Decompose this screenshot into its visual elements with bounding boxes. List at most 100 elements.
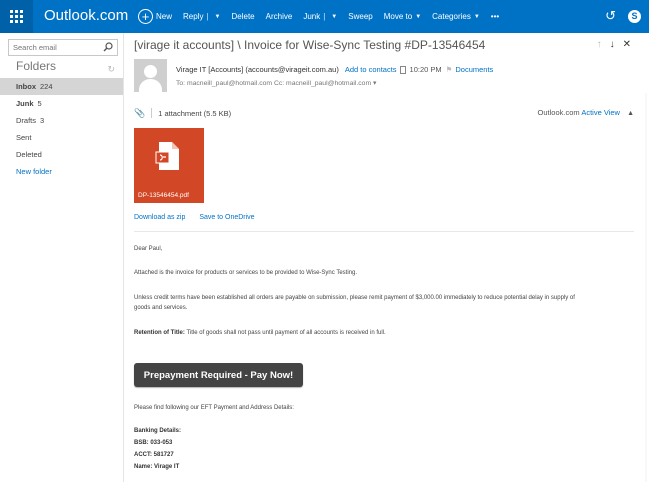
attachment-count: 1 attachment (5.5 KB) [158, 108, 232, 118]
new-button[interactable]: + New [138, 9, 172, 24]
delete-label: Delete [231, 12, 255, 21]
banking-heading: Banking Details: [134, 428, 182, 434]
save-onedrive-link[interactable]: Save to OneDrive [199, 214, 254, 221]
folder-label: Junk [16, 99, 34, 108]
recipients-line[interactable]: To: macneill_paul@hotmail.com Cc: macnei… [176, 79, 376, 87]
divider [151, 108, 153, 118]
categories-label: Categories [432, 12, 471, 21]
move-to-button[interactable]: Move to ▼ [384, 12, 421, 21]
archive-label: Archive [265, 12, 293, 21]
download-zip-link[interactable]: Download as zip [134, 214, 185, 221]
attachment-file-name: DP-13546454.pdf [138, 192, 189, 199]
new-label: New [156, 12, 173, 21]
body-greeting: Dear Paul, [134, 246, 163, 252]
reply-button[interactable]: Reply | ▼ [183, 12, 220, 21]
folder-sent[interactable]: Sent [0, 129, 123, 146]
folder-junk[interactable]: Junk 5 [0, 95, 123, 112]
sender-line: Virage IT [Accounts] (accounts@virageit.… [176, 65, 493, 74]
banking-acct: ACCT: 581727 [134, 452, 174, 458]
move-to-label: Move to [383, 12, 413, 21]
sender-name[interactable]: Virage IT [Accounts] (accounts@virageit.… [176, 65, 339, 74]
avatar [134, 59, 167, 92]
flag-icon[interactable]: ⚑ [446, 65, 453, 74]
folder-deleted[interactable]: Deleted [0, 146, 123, 163]
folders-heading: Folders [16, 59, 57, 73]
waffle-icon [10, 10, 23, 23]
message-actions: ↑ ↓ ✕ [589, 39, 631, 50]
attachment-bar: 📎 1 attachment (5.5 KB) Outlook.com Acti… [134, 106, 634, 120]
body-terms-line2: goods and services. [134, 305, 188, 311]
folder-label: Inbox [16, 82, 36, 91]
person-icon [144, 65, 157, 78]
undo-icon[interactable]: ↺ [605, 9, 616, 23]
plus-circle-icon: + [138, 9, 153, 24]
arrow-down-icon[interactable]: ↓ [610, 39, 615, 50]
categories-button[interactable]: Categories ▼ [432, 12, 480, 21]
folder-count: 5 [37, 99, 42, 108]
arrow-up-icon[interactable]: ↑ [597, 39, 602, 50]
body-divider [134, 231, 634, 232]
body-terms-line1: Unless credit terms have been establishe… [134, 295, 575, 301]
banking-bsb: BSB: 033-053 [134, 440, 173, 446]
body-paragraph-invoice: Attached is the invoice for products or … [134, 270, 357, 276]
search-box [8, 39, 118, 56]
scrollbar[interactable] [643, 93, 649, 482]
sweep-button[interactable]: Sweep [348, 12, 372, 21]
more-icon: ••• [490, 12, 500, 21]
junk-label: Junk [303, 12, 321, 21]
search-input[interactable] [9, 40, 99, 55]
add-to-contacts-link[interactable]: Add to contacts [345, 65, 397, 74]
chevron-up-icon[interactable]: ▲ [627, 110, 634, 117]
folder-count: 3 [40, 116, 45, 125]
body-paragraph-retention: Retention of Title: Title of goods shall… [134, 328, 634, 338]
sweep-label: Sweep [348, 12, 373, 21]
banking-name: Name: Virage IT [134, 464, 180, 470]
junk-button[interactable]: Junk | ▼ [303, 12, 337, 21]
person-body [139, 79, 162, 92]
skype-icon[interactable]: S [628, 9, 641, 23]
attachment-links: Download as zip Save to OneDrive [134, 214, 267, 221]
brand-title[interactable]: Outlook.com [44, 7, 128, 24]
documents-link[interactable]: Documents [455, 65, 493, 74]
app-launcher-button[interactable] [0, 0, 33, 33]
message-subject: [virage it accounts] \ Invoice for Wise-… [134, 38, 486, 52]
folder-drafts[interactable]: Drafts 3 [0, 112, 123, 129]
more-button[interactable]: ••• [491, 12, 499, 21]
command-bar: + New Reply | ▼ Delete Archive Junk | ▼ … [138, 0, 510, 33]
body-paragraph-terms: Unless credit terms have been establishe… [134, 293, 634, 313]
pdf-file-icon [155, 142, 179, 170]
separator: | [323, 12, 326, 21]
chevron-down-icon[interactable]: ▼ [331, 14, 337, 20]
paperclip-icon: 📎 [134, 107, 146, 118]
view-toggle[interactable]: Outlook.com Active View ▲ [538, 108, 634, 117]
top-right-icons: ↺ S [605, 9, 641, 23]
chevron-down-icon: ▼ [473, 13, 480, 20]
attachment-tile[interactable]: DP-13546454.pdf [134, 128, 204, 203]
folder-inbox[interactable]: Inbox 224 [0, 78, 123, 95]
folder-sidebar: Folders ↻ Inbox 224 Junk5 Drafts3 Sent De… [0, 33, 124, 482]
delete-button[interactable]: Delete [232, 12, 255, 21]
search-icon[interactable] [103, 42, 113, 52]
retention-text: Title of goods shall not pass until paym… [184, 330, 386, 336]
refresh-icon[interactable]: ↻ [107, 64, 115, 75]
archive-button[interactable]: Archive [266, 12, 293, 21]
top-bar: Outlook.com + New Reply | ▼ Delete Archi… [0, 0, 649, 33]
chevron-down-icon: ▼ [415, 13, 422, 20]
separator: | [206, 12, 209, 21]
message-time: 10:20 PM [409, 65, 442, 74]
reading-pane: [virage it accounts] \ Invoice for Wise-… [124, 33, 649, 482]
folder-count: 224 [40, 82, 53, 91]
active-view-link[interactable]: Active View [581, 108, 620, 117]
folder-label: Sent [16, 133, 32, 142]
view-prefix: Outlook.com [537, 108, 580, 117]
contact-card-icon [399, 65, 406, 74]
retention-label: Retention of Title: [134, 330, 185, 336]
close-icon[interactable]: ✕ [623, 39, 631, 50]
new-folder-link[interactable]: New folder [0, 163, 123, 180]
body-eft-line: Please find following our EFT Payment an… [134, 405, 294, 411]
folder-label: Deleted [16, 150, 42, 159]
pay-now-button[interactable]: Prepayment Required - Pay Now! [134, 363, 303, 387]
chevron-down-icon[interactable]: ▼ [215, 14, 221, 20]
folder-label: New folder [16, 167, 52, 176]
reply-label: Reply [183, 12, 204, 21]
